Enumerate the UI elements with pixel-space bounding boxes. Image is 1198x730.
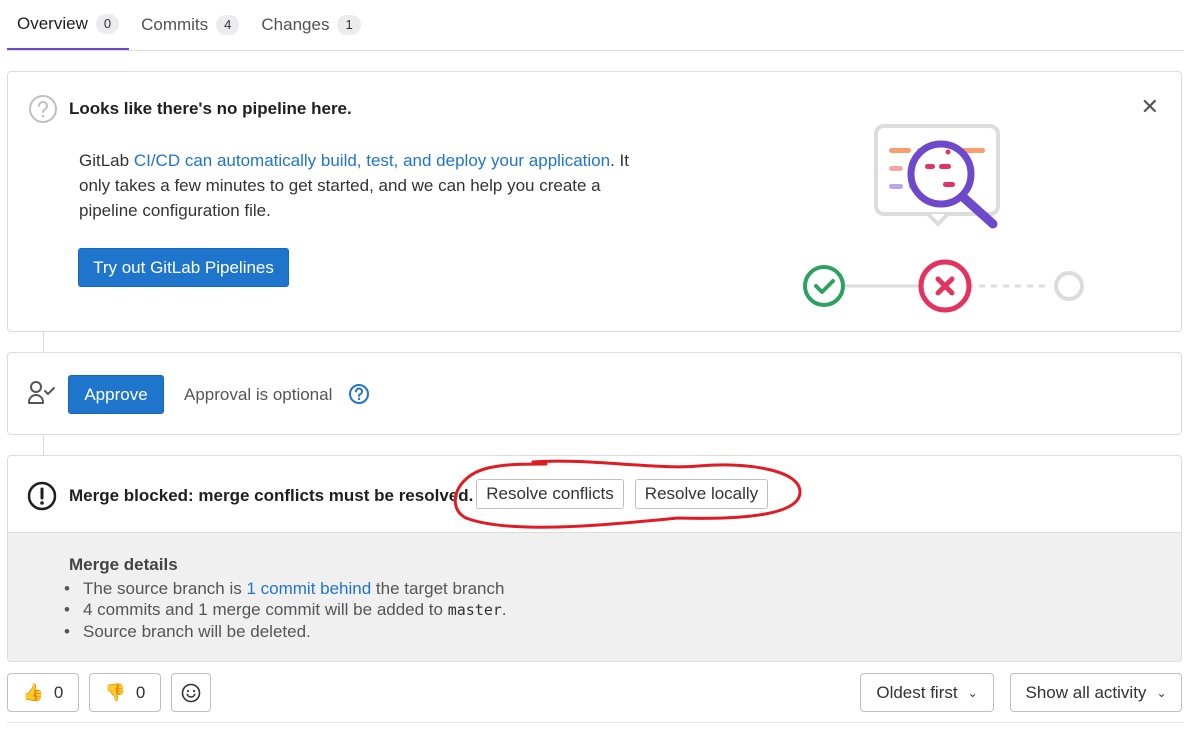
- thumbs-up-count: 0: [53, 682, 64, 702]
- try-pipelines-button[interactable]: Try out GitLab Pipelines: [78, 248, 289, 287]
- list-item: 4 commits and 1 merge commit will be add…: [64, 599, 507, 621]
- question-circle-icon: [29, 95, 57, 123]
- thumbs-down-icon: 👎: [104, 682, 126, 702]
- merge-request-tabs: Overview 0 Commits 4 Changes 1: [7, 0, 1184, 51]
- close-icon[interactable]: ✕: [1141, 96, 1159, 118]
- timeline-connector: [43, 435, 44, 455]
- detail-text: 4 commits and 1 merge commit will be add…: [83, 600, 448, 619]
- merge-details-title: Merge details: [69, 555, 178, 574]
- merge-status-header: Merge blocked: merge conflicts must be r…: [8, 456, 1181, 533]
- list-item: Source branch will be deleted.: [64, 621, 507, 642]
- cicd-link[interactable]: CI/CD can automatically build, test, and…: [134, 151, 610, 170]
- tab-changes-label: Changes: [261, 15, 330, 34]
- merge-details-list: The source branch is 1 commit behind the…: [64, 578, 507, 642]
- detail-text: The source branch is: [83, 579, 247, 598]
- pipeline-description: GitLab CI/CD can automatically build, te…: [79, 148, 659, 223]
- warning-circle-icon: [27, 481, 57, 511]
- thumbs-up-icon: 👍: [22, 682, 44, 702]
- tab-commits-label: Commits: [141, 15, 209, 34]
- pipeline-text-prefix: GitLab: [79, 151, 134, 170]
- activity-filter-label: Show all activity: [1025, 682, 1147, 702]
- tab-overview-label: Overview: [17, 14, 88, 33]
- timeline-connector: [43, 332, 44, 352]
- thumbs-up-button[interactable]: 👍 0: [7, 673, 79, 712]
- no-pipeline-card: Looks like there's no pipeline here. ✕ G…: [7, 71, 1182, 332]
- list-item: The source branch is 1 commit behind the…: [64, 578, 507, 599]
- thumbs-down-count: 0: [135, 682, 146, 702]
- target-branch-name: master: [447, 601, 502, 619]
- activity-filter-dropdown[interactable]: Show all activity ⌄: [1010, 673, 1182, 712]
- tab-overview[interactable]: Overview 0: [7, 0, 130, 50]
- annotation-circle: [453, 459, 802, 529]
- add-reaction-button[interactable]: [171, 673, 211, 712]
- chevron-down-icon: ⌄: [967, 685, 978, 700]
- tab-commits-count: 4: [216, 15, 240, 35]
- sort-order-label: Oldest first: [876, 682, 958, 702]
- merge-blocked-text: Merge blocked: merge conflicts must be r…: [69, 486, 474, 505]
- thumbs-down-button[interactable]: 👎 0: [89, 673, 161, 712]
- smiley-icon: [181, 683, 201, 702]
- merge-details-panel: Merge details The source branch is 1 com…: [8, 533, 1181, 661]
- tab-changes[interactable]: Changes 1: [251, 0, 370, 50]
- tab-overview-count: 0: [95, 14, 120, 34]
- help-icon[interactable]: [348, 383, 370, 405]
- no-pipeline-title: Looks like there's no pipeline here.: [69, 99, 352, 118]
- detail-text: Source branch will be deleted.: [83, 622, 311, 641]
- sort-order-dropdown[interactable]: Oldest first ⌄: [860, 673, 994, 712]
- tab-commits[interactable]: Commits 4: [131, 0, 249, 50]
- tab-changes-count: 1: [337, 15, 361, 35]
- detail-text: the target branch: [371, 579, 505, 598]
- chevron-down-icon: ⌄: [1156, 685, 1167, 700]
- approval-user-check-icon: [28, 381, 55, 404]
- detail-text: .: [501, 600, 507, 619]
- divider: [7, 722, 1184, 723]
- merge-widget: Merge blocked: merge conflicts must be r…: [7, 455, 1182, 662]
- approval-optional-text: Approval is optional: [184, 385, 333, 404]
- approval-card: Approve Approval is optional: [7, 352, 1182, 435]
- approve-button[interactable]: Approve: [68, 375, 164, 414]
- commits-behind-link[interactable]: 1 commit behind: [246, 579, 371, 598]
- pipeline-illustration: [803, 124, 1084, 313]
